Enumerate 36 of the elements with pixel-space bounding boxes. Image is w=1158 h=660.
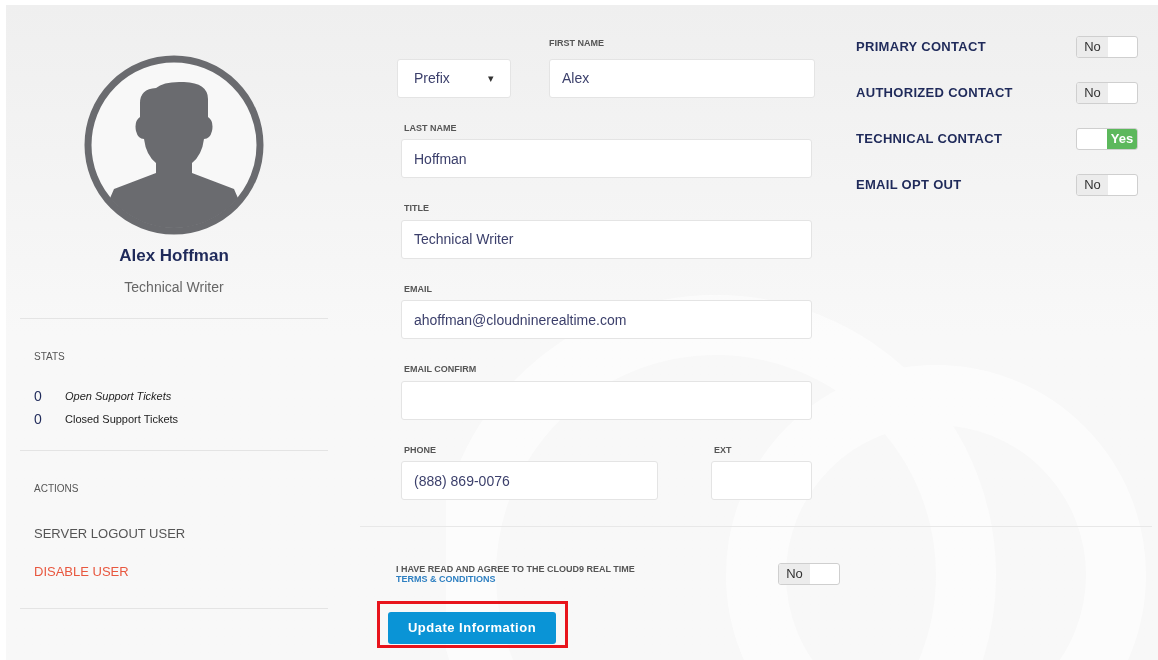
flag-label: EMAIL OPT OUT xyxy=(856,176,962,195)
input-field[interactable]: ahoffman@cloudninerealtime.com xyxy=(401,300,812,339)
input-field[interactable]: Hoffman xyxy=(401,139,812,178)
terms-text: I HAVE READ AND AGREE TO THE CLOUD9 REAL TIME TERMS & CONDITIONS xyxy=(396,564,636,584)
ticket-count: 0 xyxy=(34,386,43,406)
avatar-icon xyxy=(84,55,264,235)
terms-link[interactable]: TERMS & CONDITIONS xyxy=(396,574,496,584)
field-label: EXT xyxy=(714,443,733,457)
field-label: EMAIL CONFIRM xyxy=(404,363,478,376)
toggle-switch[interactable]: No xyxy=(1076,36,1138,58)
field-label: TITLE xyxy=(404,202,430,215)
flag-label: AUTHORIZED CONTACT xyxy=(856,84,1013,103)
caret-icon: ▾ xyxy=(488,69,494,87)
flag-label: PRIMARY CONTACT xyxy=(856,38,986,57)
toggle-switch[interactable]: No xyxy=(1076,174,1138,196)
ticket-label: Closed Support Tickets xyxy=(65,411,179,427)
input-field[interactable]: Alex xyxy=(549,58,815,98)
field-label: LAST NAME xyxy=(404,121,458,135)
field-label: FIRST NAME xyxy=(549,37,605,50)
toggle-switch[interactable]: No xyxy=(1076,82,1138,104)
user-name: Alex Hoffman xyxy=(118,245,230,267)
user-title: Technical Writer xyxy=(123,277,225,297)
field-label: EMAIL xyxy=(404,282,433,296)
input-field[interactable]: Technical Writer xyxy=(401,219,812,259)
field-label: PHONE xyxy=(404,443,437,457)
action-link[interactable]: SERVER LOGOUT USER xyxy=(34,523,186,543)
section-heading: ACTIONS xyxy=(34,481,80,496)
toggle-switch[interactable]: No xyxy=(778,563,840,585)
input-field[interactable] xyxy=(401,380,812,420)
flag-label: TECHNICAL CONTACT xyxy=(856,130,1003,149)
section-heading: STATS xyxy=(34,349,66,364)
input-field[interactable]: (888) 869-0076 xyxy=(401,461,658,500)
ticket-count: 0 xyxy=(34,409,43,429)
prefix-select[interactable]: Prefix ▾ xyxy=(397,58,511,98)
ticket-label: Open Support Tickets xyxy=(65,388,172,404)
input-field[interactable] xyxy=(711,461,812,500)
